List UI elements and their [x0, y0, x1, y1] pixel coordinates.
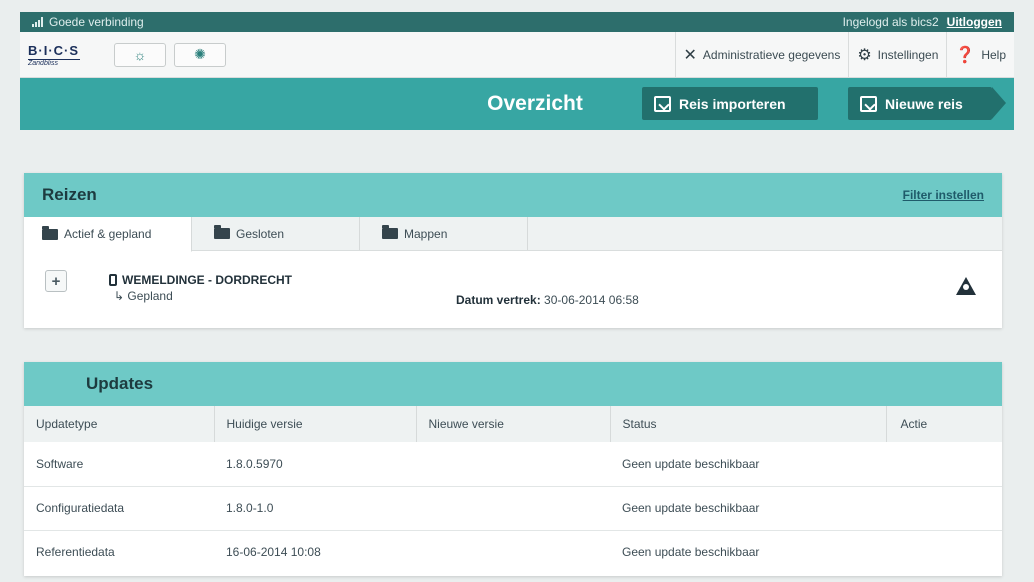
- trips-panel-header: Reizen Filter instellen: [24, 173, 1002, 217]
- trips-title: Reizen: [42, 185, 97, 204]
- column-header: Actie: [886, 406, 1002, 442]
- table-row: Referentiedata 16-06-2014 10:08 Geen upd…: [24, 529, 1002, 574]
- table-cell: Geen update beschikbaar: [610, 485, 886, 530]
- table-cell: [886, 529, 1002, 574]
- folder-icon: [214, 225, 230, 239]
- updates-panel: Updates Updatetype Huidige versie Nieuwe…: [24, 362, 1002, 576]
- new-trip-label: Nieuwe reis: [885, 95, 963, 112]
- trip-name: WEMELDINGE - DORDRECHT: [109, 273, 292, 287]
- brightness-up-button[interactable]: ☼: [114, 42, 166, 67]
- folder-icon: [382, 225, 398, 239]
- admin-data-label: Administratieve gegevens: [702, 47, 841, 62]
- table-cell: 1.8.0.5970: [226, 456, 283, 471]
- table-cell: Geen update beschikbaar: [622, 456, 760, 471]
- tab-active-planned[interactable]: Actief & gepland: [24, 217, 192, 252]
- table-cell: [416, 529, 610, 574]
- table-cell: 16-06-2014 10:08: [214, 529, 416, 574]
- tab-folders[interactable]: Mappen: [360, 217, 528, 250]
- admin-data-button[interactable]: ✕ Administratieve gegevens: [674, 32, 849, 77]
- column-header: Huidige versie: [214, 406, 417, 442]
- status-bar: Goede verbinding Ingelogd als bics2 Uitl…: [20, 12, 1014, 32]
- map-icon: [860, 95, 877, 112]
- tools-icon: ✕: [683, 46, 697, 64]
- table-cell: [416, 442, 610, 486]
- toolbar: B·I·C·S Zandbliss ☼ ✺ ✕ Administratieve …: [20, 32, 1014, 78]
- table-cell: Configuratiedata: [24, 485, 214, 530]
- sun-dim-icon: ✺: [194, 46, 206, 62]
- logout-link[interactable]: Uitloggen: [947, 15, 1002, 29]
- expand-button[interactable]: +: [45, 270, 67, 292]
- trips-tabs: Actief & gepland Gesloten Mappen: [24, 217, 1002, 252]
- bics-logo: B·I·C·S Zandbliss: [28, 42, 80, 67]
- column-header: Status: [610, 406, 887, 442]
- filter-link[interactable]: Filter instellen: [903, 188, 984, 202]
- column-header: Nieuwe versie: [416, 406, 611, 442]
- import-trip-label: Reis importeren: [679, 95, 786, 112]
- connection-status: Goede verbinding: [49, 15, 144, 29]
- table-cell: [886, 485, 1002, 530]
- table-row: Configuratiedata 1.8.0-1.0 Geen update b…: [24, 485, 1002, 530]
- map-icon: [654, 95, 671, 112]
- table-cell: [416, 485, 610, 530]
- departure-date: Datum vertrek: 30-06-2014 06:58: [456, 293, 639, 307]
- folder-icon: [42, 225, 58, 240]
- signal-icon: [32, 17, 43, 27]
- column-header: Updatetype: [24, 406, 215, 442]
- sub-arrow-icon: ↳: [114, 289, 125, 303]
- gear-icon: ⚙: [857, 46, 872, 64]
- table-cell: Software: [36, 456, 84, 471]
- plus-icon: +: [51, 272, 61, 290]
- table-cell: [886, 442, 1002, 486]
- updates-panel-header: Updates: [24, 362, 1002, 406]
- table-cell: 1.8.0-1.0: [214, 485, 416, 530]
- table-cell: Referentiedata: [24, 529, 214, 574]
- updates-table: Updatetype Huidige versie Nieuwe versie …: [24, 406, 1002, 574]
- table-row: Software 1.8.0.5970 Geen update beschikb…: [24, 442, 1002, 486]
- sun-icon: ☼: [133, 46, 147, 63]
- tab-closed[interactable]: Gesloten: [192, 217, 360, 250]
- settings-button[interactable]: ⚙ Instellingen: [848, 32, 946, 77]
- updates-title: Updates: [86, 374, 154, 393]
- trip-status: ↳ Gepland: [114, 289, 173, 303]
- trip-row[interactable]: + WEMELDINGE - DORDRECHT ↳ Gepland Datum…: [24, 251, 1002, 327]
- table-header-row: Updatetype Huidige versie Nieuwe versie …: [24, 406, 1002, 442]
- page-title: Overzicht: [487, 92, 583, 115]
- table-cell: Geen update beschikbaar: [610, 529, 886, 574]
- new-trip-button[interactable]: Nieuwe reis: [848, 87, 1006, 120]
- import-trip-button[interactable]: Reis importeren: [642, 87, 818, 120]
- help-icon: ❓: [955, 46, 976, 64]
- warning-icon[interactable]: [956, 277, 976, 295]
- brightness-down-button[interactable]: ✺: [174, 42, 226, 67]
- settings-label: Instellingen: [877, 47, 939, 62]
- help-button[interactable]: ❓ Help: [946, 32, 1014, 77]
- trips-panel: Reizen Filter instellen Actief & gepland…: [24, 173, 1002, 328]
- page-header: Overzicht Reis importeren Nieuwe reis: [20, 78, 1014, 130]
- logged-in-label: Ingelogd als bics2: [842, 15, 939, 29]
- device-icon: [109, 274, 117, 286]
- help-label: Help: [981, 47, 1006, 62]
